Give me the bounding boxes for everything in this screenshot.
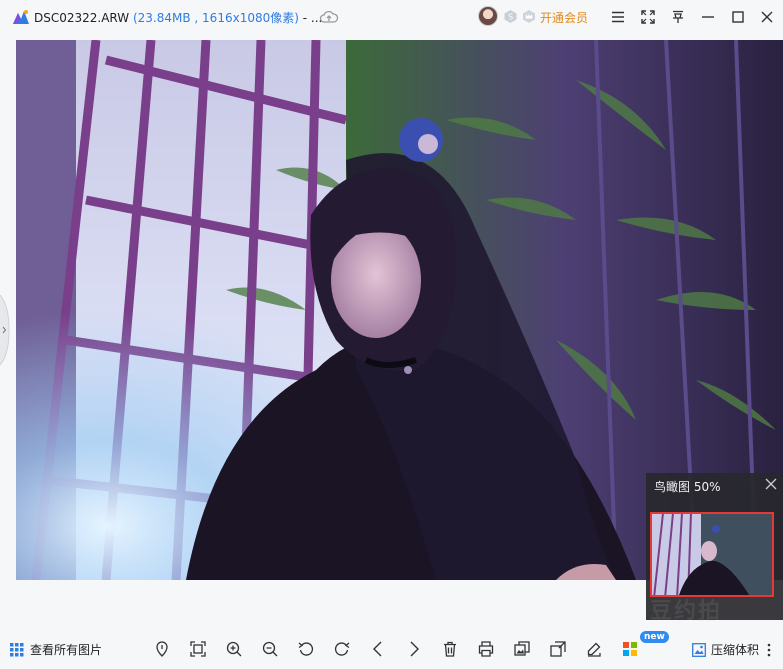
print-button[interactable] bbox=[476, 639, 496, 659]
vip-crown-icon[interactable] bbox=[521, 9, 537, 24]
open-vip-link[interactable]: 开通会员 bbox=[540, 9, 588, 26]
minimize-icon bbox=[702, 16, 714, 18]
rotate-right-button[interactable] bbox=[332, 639, 352, 659]
compress-label: 压缩体积 bbox=[711, 643, 760, 657]
svg-text:S: S bbox=[508, 13, 513, 22]
bottom-toolbar: 查看所有图片 new 压缩体积 bbox=[0, 631, 783, 669]
menu-icon bbox=[612, 11, 624, 23]
printer-icon bbox=[478, 641, 494, 657]
resize-icon bbox=[550, 641, 566, 657]
watermark: 豆约拍 bbox=[650, 599, 723, 624]
file-info: (23.84MB , 1616x1080像素) bbox=[132, 11, 299, 25]
previous-image-button[interactable] bbox=[368, 639, 388, 659]
fit-to-window-button[interactable] bbox=[188, 639, 208, 659]
window-title: DSC02322.ARW (23.84MB , 1616x1080像素) - .… bbox=[34, 9, 322, 26]
title-bar: DSC02322.ARW (23.84MB , 1616x1080像素) - .… bbox=[0, 0, 783, 34]
cloud-upload-icon[interactable] bbox=[319, 8, 339, 26]
fullscreen-icon bbox=[641, 10, 655, 24]
delete-button[interactable] bbox=[440, 639, 460, 659]
maximize-button[interactable] bbox=[728, 7, 748, 27]
zoom-in-button[interactable] bbox=[224, 639, 244, 659]
navigator-label: 鸟瞰图 bbox=[654, 480, 691, 494]
image-edit-button[interactable] bbox=[512, 639, 532, 659]
zoom-in-icon bbox=[226, 641, 242, 657]
pencil-icon bbox=[587, 642, 601, 657]
pin-on-top-button[interactable] bbox=[668, 7, 688, 27]
zoom-out-icon bbox=[262, 641, 278, 657]
view-all-images-label: 查看所有图片 bbox=[30, 643, 103, 657]
navigator-viewport-frame[interactable] bbox=[650, 512, 774, 597]
close-button[interactable] bbox=[757, 7, 777, 27]
more-vertical-icon[interactable] bbox=[765, 641, 773, 659]
user-avatar[interactable] bbox=[478, 6, 498, 26]
image-copy-icon bbox=[514, 641, 530, 656]
menu-button[interactable] bbox=[608, 7, 628, 27]
view-all-images-button[interactable]: 查看所有图片 bbox=[10, 641, 102, 658]
compress-image-icon bbox=[692, 642, 706, 657]
chevron-right-icon bbox=[410, 641, 419, 657]
level-badge-icon: S bbox=[504, 10, 517, 23]
fullscreen-button[interactable] bbox=[638, 7, 658, 27]
maximize-icon bbox=[732, 11, 744, 23]
chevron-left-icon bbox=[373, 641, 382, 657]
navigator-zoom: 50% bbox=[693, 480, 721, 494]
file-name: DSC02322.ARW bbox=[34, 11, 130, 25]
grid-icon bbox=[10, 642, 24, 656]
resize-image-button[interactable] bbox=[548, 639, 568, 659]
app-logo-icon bbox=[13, 10, 29, 24]
rotate-right-icon bbox=[334, 642, 350, 656]
prev-image-handle[interactable] bbox=[0, 295, 10, 365]
location-pin-icon bbox=[156, 641, 168, 657]
compress-button[interactable]: 压缩体积 bbox=[692, 641, 759, 658]
pin-icon bbox=[673, 10, 683, 23]
trash-icon bbox=[444, 641, 456, 657]
navigator-title: 鸟瞰图 50% bbox=[654, 478, 721, 495]
minimize-button[interactable] bbox=[698, 7, 718, 27]
apps-button[interactable] bbox=[620, 639, 640, 659]
close-icon bbox=[761, 11, 773, 23]
zoom-out-button[interactable] bbox=[260, 639, 280, 659]
fit-window-icon bbox=[190, 641, 206, 657]
navigator-close-icon[interactable] bbox=[765, 478, 777, 490]
edit-button[interactable] bbox=[584, 639, 604, 659]
rotate-left-icon bbox=[298, 642, 314, 656]
next-image-button[interactable] bbox=[404, 639, 424, 659]
rotate-left-button[interactable] bbox=[296, 639, 316, 659]
apps-color-icon bbox=[623, 642, 637, 656]
location-button[interactable] bbox=[152, 639, 172, 659]
new-badge: new bbox=[640, 631, 669, 643]
image-viewer-window: DSC02322.ARW (23.84MB , 1616x1080像素) - .… bbox=[0, 0, 783, 669]
